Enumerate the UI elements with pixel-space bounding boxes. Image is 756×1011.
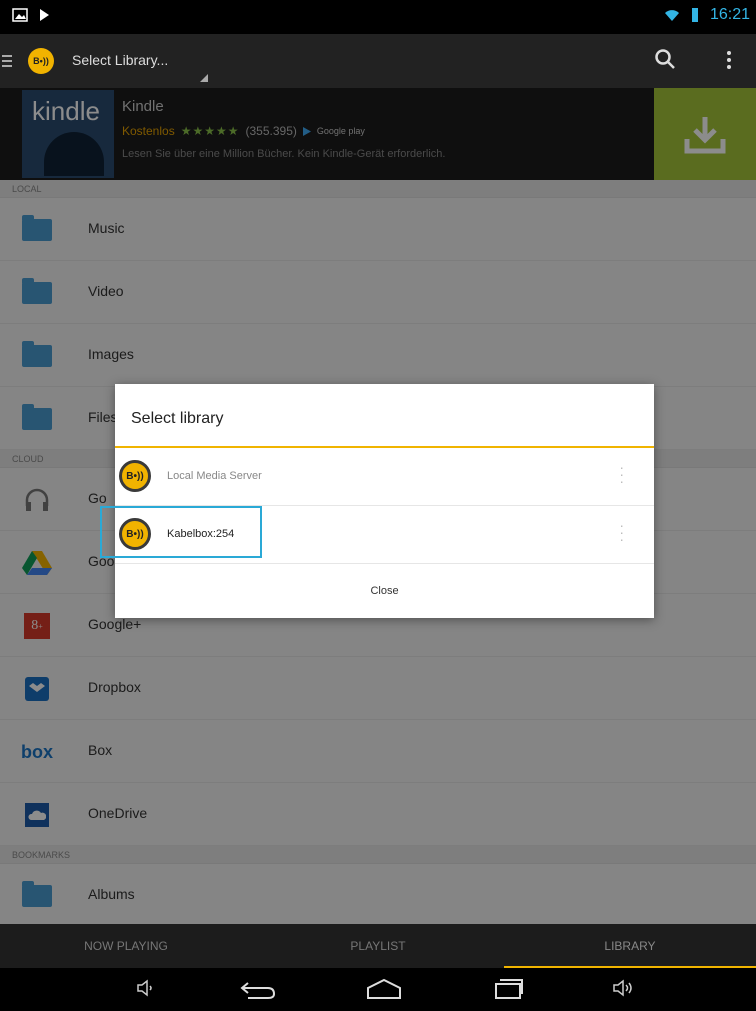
home-icon[interactable] [366,978,402,1000]
back-icon[interactable] [240,978,276,1000]
tab-now-playing[interactable]: NOW PLAYING [0,924,252,968]
library-option-label: Local Media Server [167,470,262,482]
library-option-local-media-server[interactable]: B•)) Local Media Server · · · [115,448,654,506]
library-spinner[interactable]: Select Library... [72,52,168,68]
search-icon[interactable] [654,48,676,70]
close-button[interactable]: Close [115,564,654,618]
action-bar: B•)) Select Library... [0,34,756,88]
system-nav-bar [0,968,756,1011]
tab-library[interactable]: LIBRARY [504,924,756,968]
status-bar: 16:21 [0,0,756,34]
play-notification-icon [40,9,49,21]
select-library-dialog: Select library B•)) Local Media Server ·… [115,384,654,618]
selection-highlight [100,506,262,558]
clock: 16:21 [709,6,750,23]
drawer-icon[interactable] [2,54,14,68]
image-notification-icon [12,8,28,22]
spinner-arrow-icon [200,74,208,82]
tab-playlist[interactable]: PLAYLIST [252,924,504,968]
app-logo[interactable]: B•)) [28,48,54,74]
battery-icon [691,8,698,22]
bubbleupnp-icon: B•)) [119,460,151,492]
volume-down-icon[interactable] [136,978,156,998]
overflow-menu-icon[interactable]: · · · [619,460,624,488]
bottom-tabs: NOW PLAYING PLAYLIST LIBRARY [0,924,756,968]
dialog-title: Select library [131,410,224,427]
overflow-menu-icon[interactable]: · · · [619,518,624,546]
wifi-icon [664,10,679,21]
recent-apps-icon[interactable] [494,978,524,1000]
volume-up-icon[interactable] [612,978,636,998]
overflow-menu-icon[interactable] [726,50,732,70]
